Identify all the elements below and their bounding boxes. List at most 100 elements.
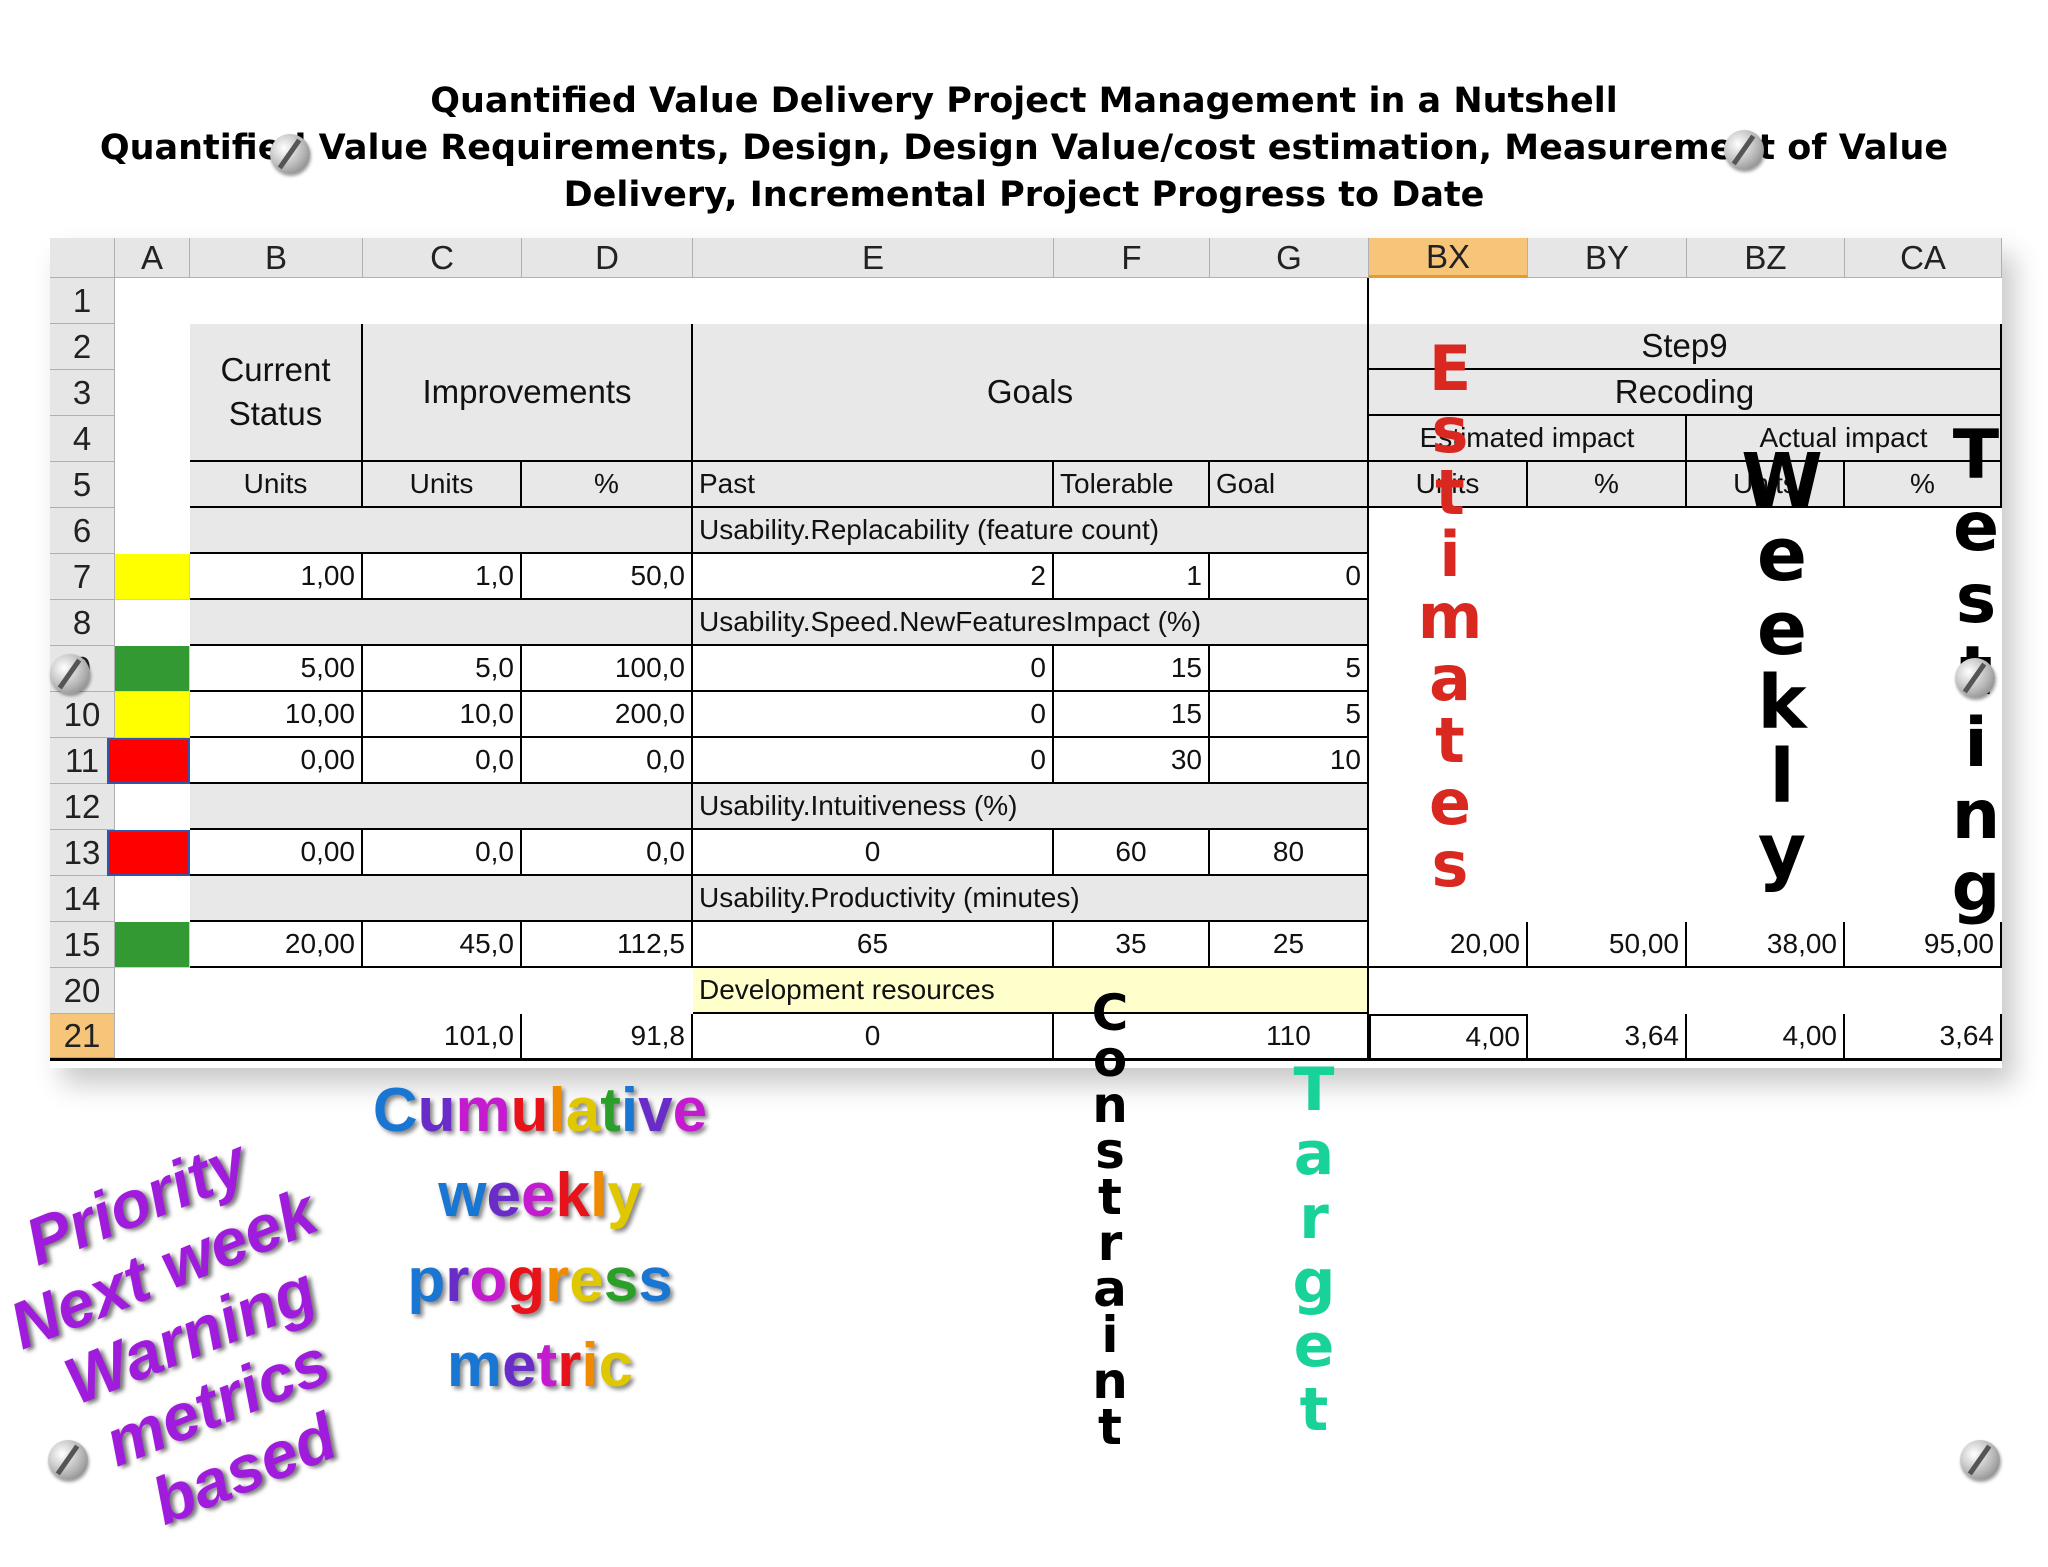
cell-b10[interactable]: 10,00 — [190, 692, 363, 738]
select-all-corner[interactable] — [50, 238, 115, 278]
subheader-goal: Goal — [1210, 462, 1369, 508]
column-header-c[interactable]: C — [363, 238, 522, 278]
column-header-bz[interactable]: BZ — [1687, 238, 1845, 278]
row-header-3[interactable]: 3 — [50, 370, 115, 416]
column-header-g[interactable]: G — [1210, 238, 1369, 278]
status-cell-15[interactable] — [115, 922, 190, 968]
cell-g10[interactable]: 5 — [1210, 692, 1369, 738]
cell-g15[interactable]: 25 — [1210, 922, 1369, 968]
column-header-e[interactable]: E — [693, 238, 1054, 278]
cell-e21[interactable]: 0 — [693, 1014, 1054, 1060]
row-header-1[interactable]: 1 — [50, 278, 115, 324]
row-header-4[interactable]: 4 — [50, 416, 115, 462]
column-header-b[interactable]: B — [190, 238, 363, 278]
cell-bx15[interactable]: 20,00 — [1369, 922, 1528, 968]
rainbow-letter: t — [536, 1331, 558, 1400]
cell-bx21[interactable]: 4,00 — [1369, 1014, 1528, 1060]
row-header-13[interactable]: 13 — [50, 830, 115, 876]
cell-d15[interactable]: 112,5 — [522, 922, 693, 968]
section-label-intuitiveness[interactable]: Usability.Intuitiveness (%) — [693, 784, 1369, 830]
cell-g21[interactable]: 110 — [1210, 1014, 1369, 1060]
row-header-2[interactable]: 2 — [50, 324, 115, 370]
row-header-5[interactable]: 5 — [50, 462, 115, 508]
status-cell-9[interactable] — [115, 646, 190, 692]
row-header-11[interactable]: 11 — [50, 738, 115, 784]
cell-e15[interactable]: 65 — [693, 922, 1054, 968]
row-header-7[interactable]: 7 — [50, 554, 115, 600]
cell-e10[interactable]: 0 — [693, 692, 1054, 738]
status-cell-10[interactable] — [115, 692, 190, 738]
cell-by21[interactable]: 3,64 — [1528, 1014, 1687, 1060]
cell-f7[interactable]: 1 — [1054, 554, 1210, 600]
cell-g7[interactable]: 0 — [1210, 554, 1369, 600]
cell-b15[interactable]: 20,00 — [190, 922, 363, 968]
rainbow-letter: m — [446, 1331, 503, 1400]
cell-e9[interactable]: 0 — [693, 646, 1054, 692]
row-header-15[interactable]: 15 — [50, 922, 115, 968]
annotation-letter: t — [1299, 1375, 1329, 1445]
cell-b9[interactable]: 5,00 — [190, 646, 363, 692]
cell-b7[interactable]: 1,00 — [190, 554, 363, 600]
cell-ca21[interactable]: 3,64 — [1845, 1014, 2002, 1060]
cell-c15[interactable]: 45,0 — [363, 922, 522, 968]
cell-c21[interactable]: 101,0 — [363, 1014, 522, 1060]
cell-f10[interactable]: 15 — [1054, 692, 1210, 738]
cell-bz15[interactable]: 38,00 — [1687, 922, 1845, 968]
column-header-f[interactable]: F — [1054, 238, 1210, 278]
section-label-dev-resources[interactable]: Development resources — [693, 968, 1369, 1014]
status-cell-13[interactable] — [107, 830, 190, 876]
cell-e11[interactable]: 0 — [693, 738, 1054, 784]
cell-e7[interactable]: 2 — [693, 554, 1054, 600]
row-header-14[interactable]: 14 — [50, 876, 115, 922]
rainbow-letter: o — [469, 1246, 508, 1315]
cell-c11[interactable]: 0,0 — [363, 738, 522, 784]
row-header-20[interactable]: 20 — [50, 968, 115, 1014]
section-label-replacability[interactable]: Usability.Replacability (feature count) — [693, 508, 1369, 554]
cell-f15[interactable]: 35 — [1054, 922, 1210, 968]
cell-g9[interactable]: 5 — [1210, 646, 1369, 692]
cell-c10[interactable]: 10,0 — [363, 692, 522, 738]
cell-by15[interactable]: 50,00 — [1528, 922, 1687, 968]
cell-d9[interactable]: 100,0 — [522, 646, 693, 692]
cell-g11[interactable]: 10 — [1210, 738, 1369, 784]
cell-ca15[interactable]: 95,00 — [1845, 922, 2002, 968]
row-header-21[interactable]: 21 — [50, 1014, 115, 1060]
section-label-productivity[interactable]: Usability.Productivity (minutes) — [693, 876, 1369, 922]
column-header-by[interactable]: BY — [1528, 238, 1687, 278]
annotation-letter: s — [1431, 394, 1469, 467]
cell-c7[interactable]: 1,0 — [363, 554, 522, 600]
status-cell-7[interactable] — [115, 554, 190, 600]
row-header-12[interactable]: 12 — [50, 784, 115, 830]
cell-f13[interactable]: 60 — [1054, 830, 1210, 876]
cell-d10[interactable]: 200,0 — [522, 692, 693, 738]
annotation-letter: a — [1293, 1119, 1335, 1189]
cell-d7[interactable]: 50,0 — [522, 554, 693, 600]
annotation-letter: i — [1439, 518, 1461, 591]
row-header-6[interactable]: 6 — [50, 508, 115, 554]
column-header-d[interactable]: D — [522, 238, 693, 278]
cell-b11[interactable]: 0,00 — [190, 738, 363, 784]
rainbow-letter: c — [598, 1331, 634, 1400]
cell-f9[interactable]: 15 — [1054, 646, 1210, 692]
column-header-a[interactable]: A — [115, 238, 190, 278]
annotation-letter: g — [1951, 848, 2001, 927]
row-header-10[interactable]: 10 — [50, 692, 115, 738]
cell-e13[interactable]: 0 — [693, 830, 1054, 876]
cell-d21[interactable]: 91,8 — [522, 1014, 693, 1060]
section-label-speed[interactable]: Usability.Speed.NewFeaturesImpact (%) — [693, 600, 1369, 646]
annotation-letter: g — [1292, 1247, 1336, 1317]
column-header-bx[interactable]: BX — [1369, 238, 1528, 278]
cell-c9[interactable]: 5,0 — [363, 646, 522, 692]
rainbow-letter: p — [407, 1246, 446, 1315]
status-cell-11[interactable] — [107, 738, 190, 784]
cell-g13[interactable]: 80 — [1210, 830, 1369, 876]
cell-d11[interactable]: 0,0 — [522, 738, 693, 784]
cell-d13[interactable]: 0,0 — [522, 830, 693, 876]
row-header-8[interactable]: 8 — [50, 600, 115, 646]
cell-f11[interactable]: 30 — [1054, 738, 1210, 784]
column-header-ca[interactable]: CA — [1845, 238, 2002, 278]
cell-bz21[interactable]: 4,00 — [1687, 1014, 1845, 1060]
section-fill — [190, 508, 693, 554]
cell-c13[interactable]: 0,0 — [363, 830, 522, 876]
cell-b13[interactable]: 0,00 — [190, 830, 363, 876]
